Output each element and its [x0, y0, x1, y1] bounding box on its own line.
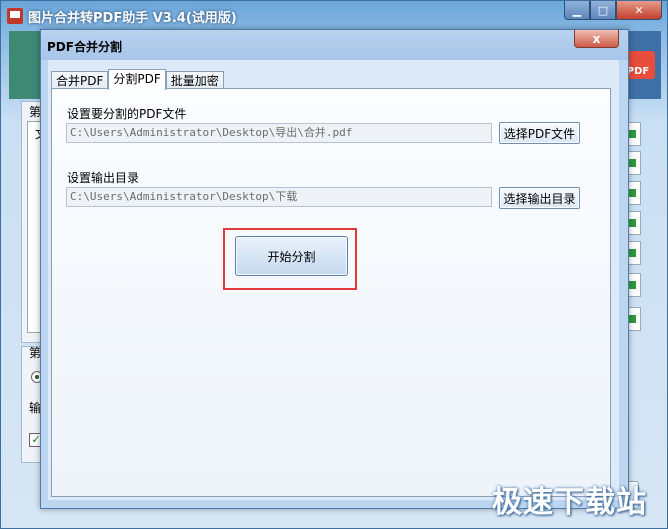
dialog-close-button[interactable]: x	[574, 30, 619, 48]
choose-output-dir-button[interactable]: 选择输出目录	[499, 187, 580, 209]
start-split-button[interactable]: 开始分割	[235, 236, 348, 276]
output-dir-input[interactable]: C:\Users\Administrator\Desktop\下载	[66, 187, 492, 207]
split-pdf-pane	[51, 88, 611, 497]
tab-strip: 合并PDF 分割PDF 批量加密	[51, 69, 224, 90]
app-icon	[7, 8, 23, 24]
dialog-title-bar: PDF合并分割	[41, 30, 628, 60]
tab-split-pdf[interactable]: 分割PDF	[108, 69, 166, 90]
choose-pdf-button[interactable]: 选择PDF文件	[499, 122, 580, 144]
main-window-title: 图片合并转PDF助手 V3.4(试用版)	[28, 11, 237, 26]
watermark: 极速下载站	[492, 485, 647, 520]
pdf-file-input[interactable]: C:\Users\Administrator\Desktop\导出\合并.pdf	[66, 123, 492, 143]
main-close-button[interactable]: ✕	[616, 1, 662, 20]
output-dir-label: 设置输出目录	[67, 171, 140, 185]
minimize-button[interactable]: ▁	[564, 1, 590, 20]
pdf-file-label: 设置要分割的PDF文件	[67, 107, 187, 121]
maximize-button[interactable]: □	[590, 1, 616, 20]
dialog-title: PDF合并分割	[47, 40, 122, 54]
